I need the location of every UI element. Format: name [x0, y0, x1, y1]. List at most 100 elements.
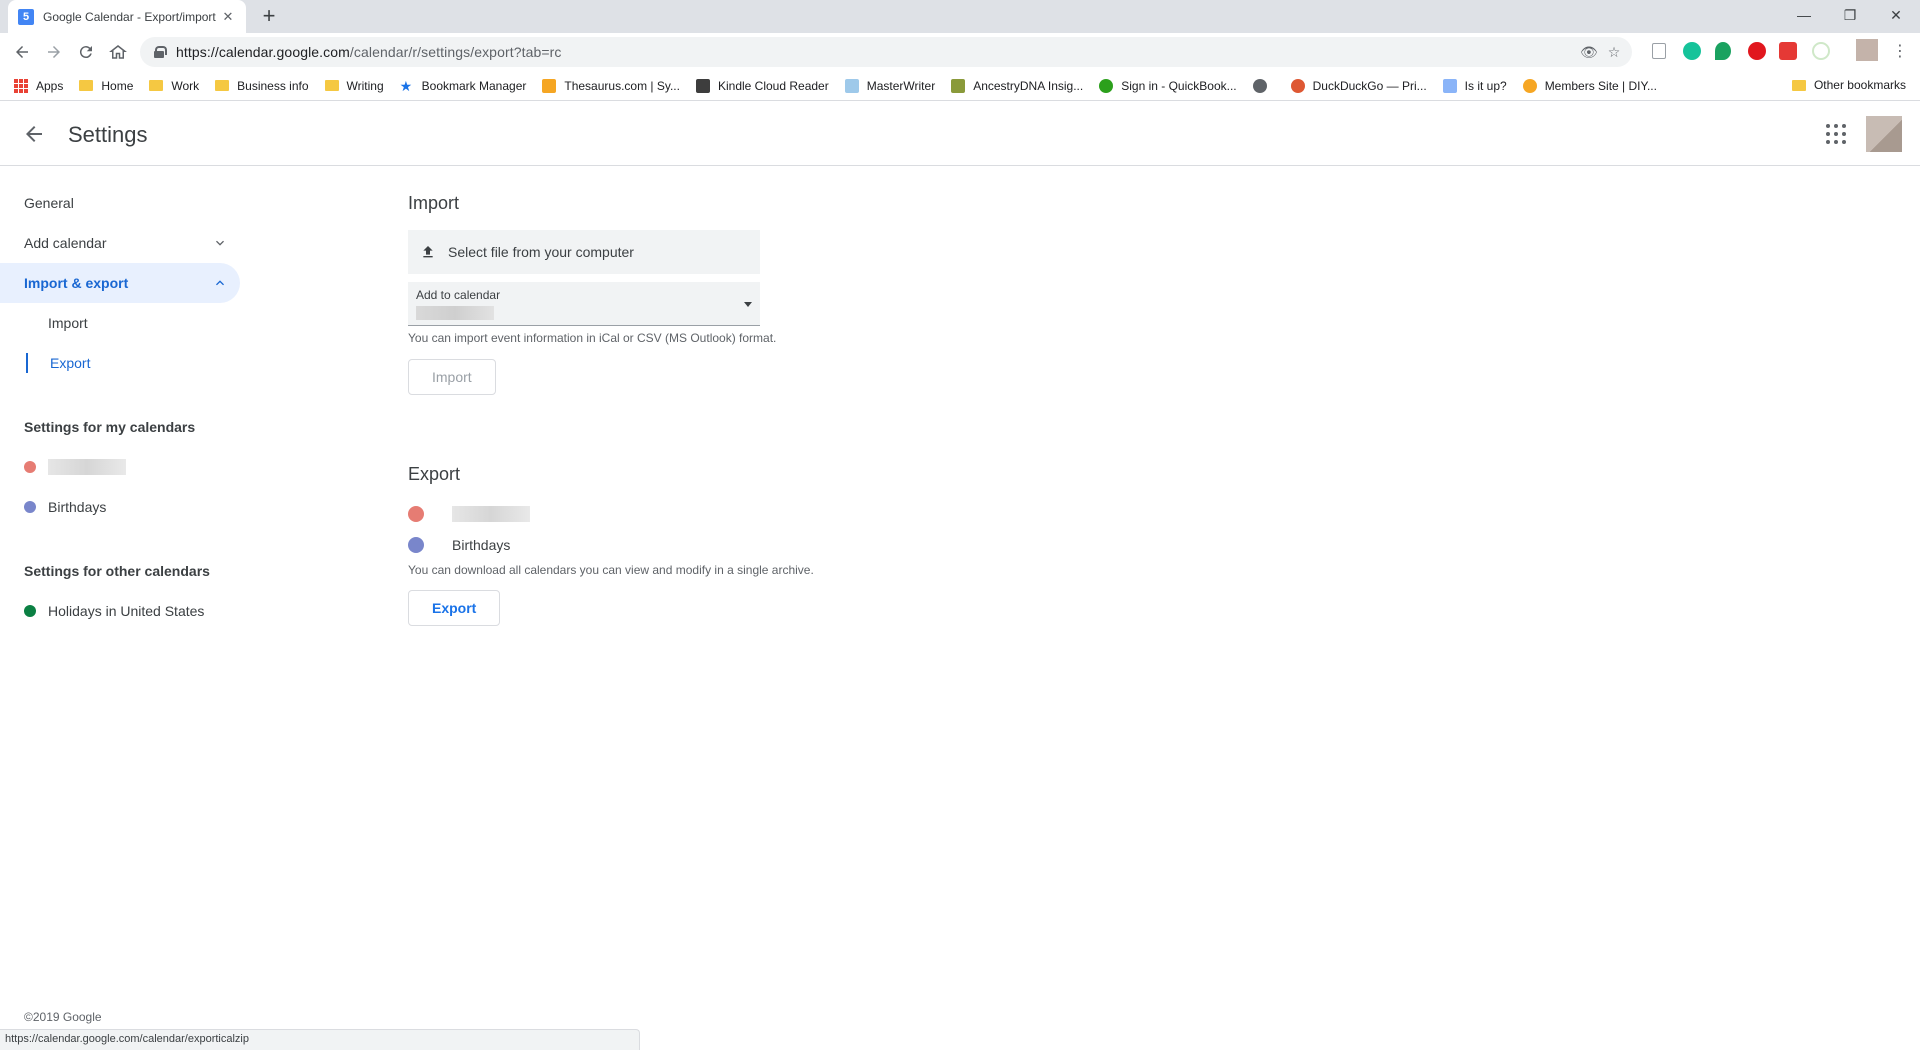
forward-button[interactable] [40, 38, 68, 66]
bookmark-item[interactable] [1252, 78, 1275, 93]
reader-extension-icon[interactable] [1652, 43, 1666, 59]
bookmark-label: Bookmark Manager [421, 78, 527, 93]
other-bookmarks-label: Other bookmarks [1813, 78, 1906, 92]
my-calendar-item[interactable] [24, 455, 126, 479]
eye-icon[interactable]: 👁 [1580, 44, 1598, 60]
redacted-selected-calendar [416, 306, 494, 320]
bookmark-star-icon[interactable]: ☆ [1606, 44, 1622, 60]
bookmark-item[interactable]: DuckDuckGo — Pri... [1290, 78, 1427, 93]
bookmark-label: Members Site | DIY... [1544, 78, 1657, 93]
calendar-color-dot [24, 501, 36, 513]
import-section-title: Import [408, 193, 460, 213]
new-tab-button[interactable]: + [256, 4, 282, 30]
sidebar-item-import-export[interactable]: Import & export [0, 263, 240, 303]
minimize-window-button[interactable]: — [1781, 0, 1827, 30]
folder-icon [79, 80, 94, 91]
url-path: /calendar/r/settings/export?tab=rc [349, 44, 562, 60]
my-calendars-heading: Settings for my calendars [24, 419, 196, 435]
browser-tabstrip: 5 Google Calendar - Export/import ✕ + — … [0, 0, 1920, 33]
bookmark-item[interactable]: Work [149, 79, 199, 93]
reload-button[interactable] [72, 38, 100, 66]
other-bookmarks[interactable]: Other bookmarks [1791, 78, 1906, 92]
link-status-bar: https://calendar.google.com/calendar/exp… [0, 1029, 640, 1050]
duckduckgo-icon [1290, 78, 1305, 93]
profile-avatar[interactable] [1856, 39, 1878, 61]
select-file-button[interactable]: Select file from your computer [408, 230, 760, 274]
bookmark-label: Thesaurus.com | Sy... [564, 78, 680, 93]
members-icon [1522, 78, 1537, 93]
calendar-color-dot [408, 537, 424, 553]
export-section-title: Export [408, 464, 461, 484]
account-avatar[interactable] [1866, 116, 1902, 152]
bookmark-item[interactable]: Apps [14, 78, 64, 93]
bookmark-label: Is it up? [1464, 78, 1507, 93]
calendar-color-dot [24, 605, 36, 617]
folder-icon [324, 80, 339, 91]
sidebar-item-add-calendar[interactable]: Add calendar [0, 223, 240, 263]
lock-icon [154, 46, 167, 58]
url-text: https://calendar.google.com/calendar/r/s… [176, 44, 562, 60]
sidebar-item-export[interactable]: Export [26, 353, 90, 373]
bookmark-item[interactable]: Kindle Cloud Reader [695, 78, 829, 93]
folder-icon [1791, 79, 1806, 91]
home-icon [109, 45, 127, 59]
reload-icon [79, 46, 92, 59]
circle-extension-icon[interactable] [1812, 42, 1830, 60]
bookmark-item[interactable]: ★ Bookmark Manager [400, 79, 527, 93]
import-button[interactable]: Import [408, 359, 496, 395]
sidebar-item-general[interactable]: General [0, 183, 240, 223]
grammarly-extension-icon[interactable] [1683, 42, 1701, 60]
import-help-text: You can import event information in iCal… [408, 331, 777, 345]
other-calendar-item-holidays[interactable]: Holidays in United States [24, 599, 204, 623]
apps-icon [14, 78, 28, 93]
bookmark-item[interactable]: Is it up? [1442, 78, 1507, 93]
export-help-text: You can download all calendars you can v… [408, 563, 814, 577]
bookmark-label: Sign in - QuickBook... [1121, 78, 1237, 93]
add-to-calendar-label: Add to calendar [416, 288, 501, 302]
bookmark-label: DuckDuckGo — Pri... [1312, 78, 1427, 93]
red-extension-icon[interactable] [1779, 42, 1797, 60]
bookmark-item[interactable]: Thesaurus.com | Sy... [542, 78, 680, 93]
opera-extension-icon[interactable] [1748, 42, 1766, 60]
copyright-footer: ©2019 Google [24, 1010, 102, 1024]
url-host: https://calendar.google.com [176, 44, 350, 60]
close-tab-icon[interactable]: ✕ [220, 9, 236, 25]
bookmark-item[interactable]: AncestryDNA Insig... [951, 78, 1084, 93]
browser-menu-icon[interactable]: ⋮ [1892, 41, 1908, 61]
back-button[interactable] [8, 38, 36, 66]
browser-tab[interactable]: 5 Google Calendar - Export/import ✕ [8, 0, 246, 33]
back-arrow-icon [16, 46, 28, 58]
bookmark-label: Kindle Cloud Reader [717, 78, 829, 93]
back-to-calendar-icon[interactable] [22, 122, 46, 146]
redacted-calendar-name [48, 459, 126, 475]
bookmark-item[interactable]: Business info [215, 78, 309, 93]
bookmark-label: Apps [36, 78, 64, 93]
address-bar[interactable]: https://calendar.google.com/calendar/r/s… [140, 37, 1632, 67]
calendar-color-dot [24, 461, 36, 473]
bookmark-item[interactable]: MasterWriter [844, 78, 936, 93]
redacted-calendar-name [452, 506, 530, 522]
bookmark-item[interactable]: Members Site | DIY... [1522, 78, 1657, 93]
export-calendar-item [408, 502, 530, 526]
bookmark-label: MasterWriter [866, 78, 936, 93]
my-calendar-item-birthdays[interactable]: Birthdays [24, 495, 106, 519]
settings-header: Settings [0, 102, 1920, 166]
chevron-down-icon [216, 240, 224, 246]
add-to-calendar-select[interactable]: Add to calendar [408, 282, 760, 326]
bookmark-label: Business info [237, 78, 309, 93]
google-apps-icon[interactable] [1826, 124, 1846, 144]
home-button[interactable] [104, 38, 132, 66]
restore-window-button[interactable]: ❐ [1827, 0, 1873, 30]
bookmark-item[interactable]: Sign in - QuickBook... [1099, 78, 1237, 93]
bookmarks-bar: Apps Home Work Business info Writing ★ Bookmar… [0, 71, 1920, 101]
evernote-extension-icon[interactable] [1715, 42, 1731, 60]
bookmark-item[interactable]: Home [79, 79, 133, 93]
dropdown-caret-icon [744, 302, 752, 307]
other-calendars-heading: Settings for other calendars [24, 563, 210, 579]
close-window-button[interactable]: ✕ [1873, 0, 1919, 30]
sidebar-item-import[interactable]: Import [26, 303, 88, 343]
bookmark-item[interactable]: Writing [324, 79, 384, 93]
export-button[interactable]: Export [408, 590, 501, 626]
bookmark-label: AncestryDNA Insig... [973, 78, 1084, 93]
wrench-icon [1442, 78, 1457, 93]
